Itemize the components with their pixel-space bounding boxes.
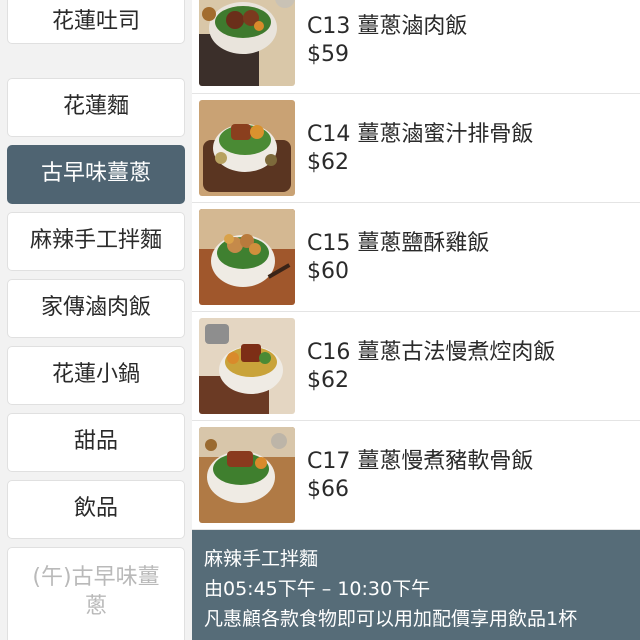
category-label: (午)古早味薑蔥 — [32, 565, 160, 619]
menu-item-c13[interactable]: C13 薑蔥滷肉飯 $59 — [192, 0, 640, 94]
item-price: $59 — [307, 42, 349, 67]
banner-title: 麻辣手工拌麵 — [204, 548, 319, 570]
banner-promo: 凡惠顧各款食物即可以用加配價享用飲品1杯 — [204, 608, 578, 630]
food-photo — [199, 0, 295, 86]
banner-hours: 由05:45下午 – 10:30下午 — [204, 578, 431, 600]
menu-item-c16[interactable]: C16 薑蔥古法慢煮焢肉飯 $62 — [192, 312, 640, 421]
item-price: $66 — [307, 477, 349, 502]
item-name: C16 薑蔥古法慢煮焢肉飯 — [307, 340, 556, 365]
category-item-spicy-noodles[interactable]: 麻辣手工拌麵 — [7, 212, 185, 271]
category-label: 甜品 — [73, 429, 118, 455]
food-photo — [199, 100, 295, 196]
item-name: C15 薑蔥鹽酥雞飯 — [307, 231, 490, 256]
category-item-hualien-noodles[interactable]: 花蓮麵 — [7, 78, 185, 137]
category-item-hotpot[interactable]: 花蓮小鍋 — [7, 346, 185, 405]
category-item-lunch-ginger-scallion[interactable]: (午)古早味薑蔥 — [7, 547, 185, 640]
category-item-braised-pork-rice[interactable]: 家傳滷肉飯 — [7, 279, 185, 338]
category-label: 家傳滷肉飯 — [40, 295, 151, 321]
item-price: $62 — [307, 368, 349, 393]
category-label: 飲品 — [73, 496, 118, 522]
item-price: $60 — [307, 259, 349, 284]
item-name: C13 薑蔥滷肉飯 — [307, 14, 468, 39]
category-info-banner: 麻辣手工拌麵 由05:45下午 – 10:30下午 凡惠顧各款食物即可以用加配價… — [192, 530, 640, 640]
item-price: $62 — [307, 150, 349, 175]
food-photo — [199, 318, 295, 414]
category-item-hualien-toast[interactable]: 花蓮吐司 — [7, 0, 185, 44]
menu-item-c14[interactable]: C14 薑蔥滷蜜汁排骨飯 $62 — [192, 94, 640, 203]
food-photo — [199, 209, 295, 305]
category-item-drinks[interactable]: 飲品 — [7, 480, 185, 539]
category-label: 麻辣手工拌麵 — [29, 228, 162, 254]
menu-app: 花蓮吐司 花蓮麵 古早味薑蔥 麻辣手工拌麵 家傳滷肉飯 花蓮小鍋 甜品 飲品 (… — [0, 0, 640, 640]
item-name: C14 薑蔥滷蜜汁排骨飯 — [307, 122, 534, 147]
menu-item-c15[interactable]: C15 薑蔥鹽酥雞飯 $60 — [192, 203, 640, 312]
category-item-desserts[interactable]: 甜品 — [7, 413, 185, 472]
category-label: 花蓮麵 — [62, 94, 129, 120]
category-sidebar[interactable]: 花蓮吐司 花蓮麵 古早味薑蔥 麻辣手工拌麵 家傳滷肉飯 花蓮小鍋 甜品 飲品 (… — [0, 0, 192, 640]
menu-item-c17[interactable]: C17 薑蔥慢煮豬軟骨飯 $66 — [192, 421, 640, 530]
category-label: 花蓮小鍋 — [51, 362, 140, 388]
item-name: C17 薑蔥慢煮豬軟骨飯 — [307, 449, 534, 474]
food-photo — [199, 427, 295, 523]
category-label: 古早味薑蔥 — [40, 161, 151, 187]
category-label: 花蓮吐司 — [51, 8, 140, 34]
category-item-ginger-scallion[interactable]: 古早味薑蔥 — [7, 145, 185, 204]
